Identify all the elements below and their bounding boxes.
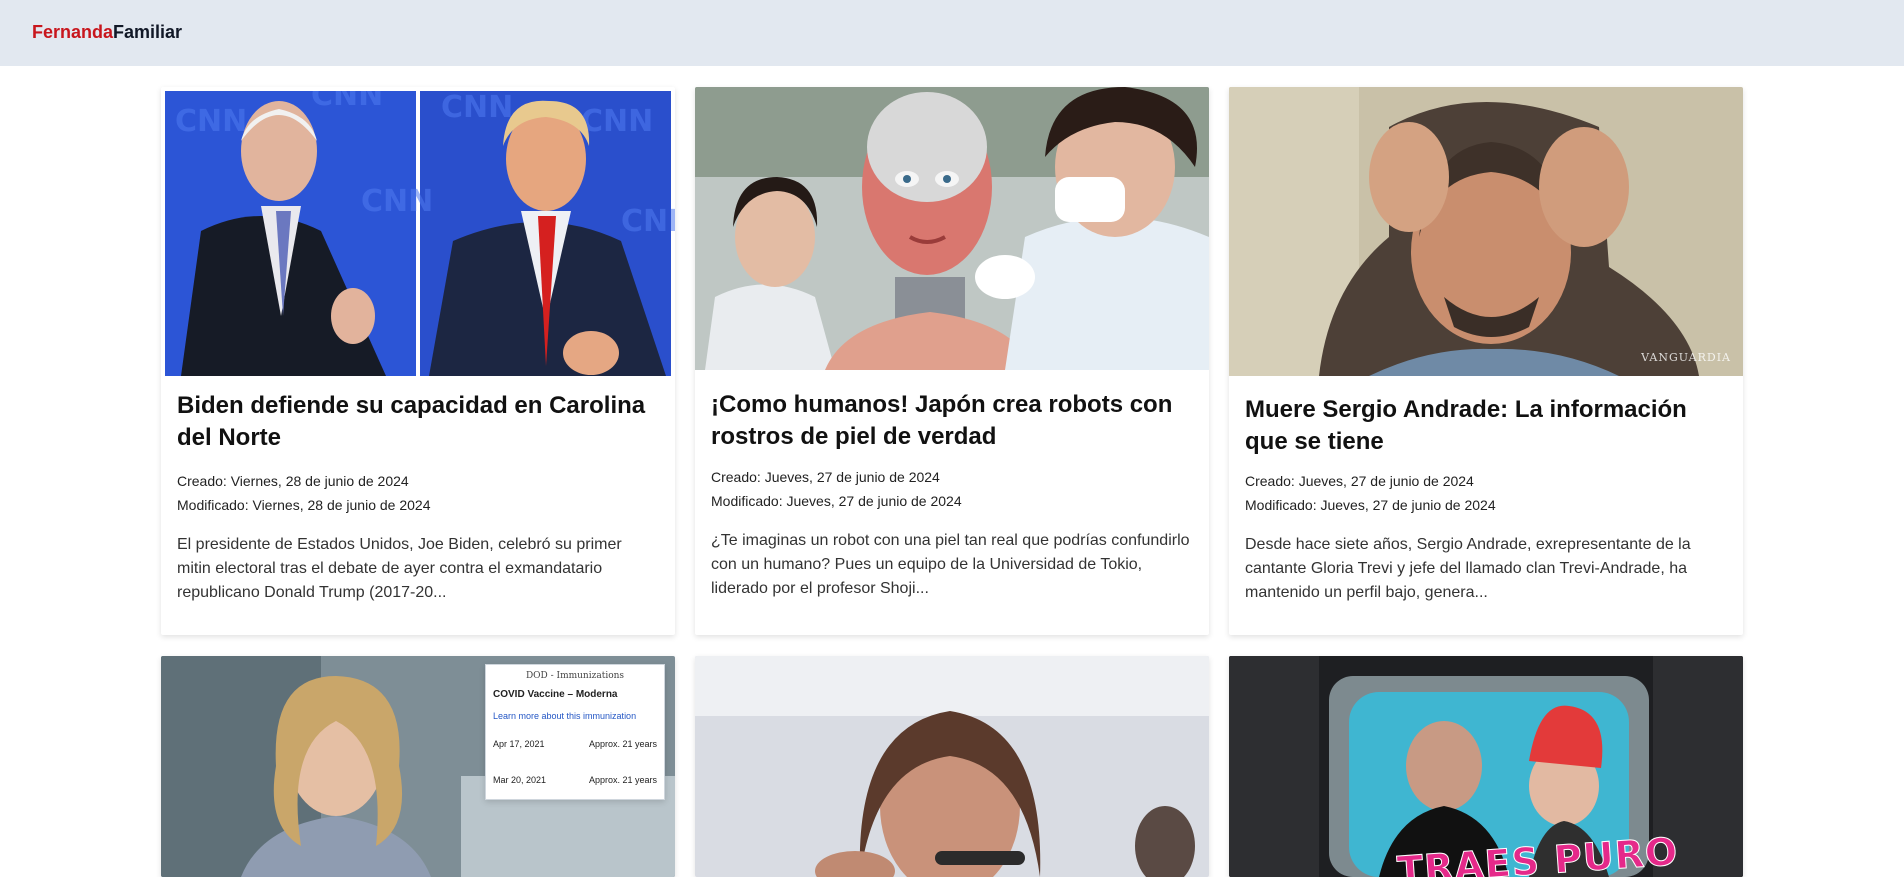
svg-text:CNN: CNN (175, 104, 247, 139)
article-created: Creado: Viernes, 28 de junio de 2024 (177, 469, 409, 493)
article-thumbnail[interactable]: VANGUARDIA (1229, 87, 1743, 376)
article-thumbnail[interactable]: TRAES PURO (1229, 656, 1743, 877)
vaccine-date: Mar 20, 2021 (493, 775, 547, 785)
article-title[interactable]: ¡Como humanos! Japón crea robots con ros… (711, 389, 1193, 453)
vaccine-panel-header: DOD - Immunizations (525, 671, 625, 681)
article-card[interactable] (695, 656, 1209, 877)
vaccine-panel-link: Learn more about this immunization (493, 711, 637, 721)
article-card[interactable]: ¡Como humanos! Japón crea robots con ros… (695, 87, 1209, 635)
article-excerpt: El presidente de Estados Unidos, Joe Bid… (177, 536, 622, 601)
article-title[interactable]: Biden defiende su capacidad en Carolina … (177, 390, 659, 454)
modified-label: Modificado: (177, 497, 253, 513)
created-label: Creado: (711, 469, 765, 485)
site-logo-link[interactable]: FernandaFamiliar (32, 22, 182, 43)
modified-date: Jueves, 27 de junio de 2024 (786, 493, 962, 509)
vaccine-date: Apr 17, 2021 (493, 739, 545, 749)
article-card[interactable]: DOD - Immunizations COVID Vaccine – Mode… (161, 656, 675, 877)
article-excerpt: Desde hace siete años, Sergio Andrade, e… (1245, 536, 1691, 601)
svg-text:CNN: CNN (361, 184, 433, 219)
created-label: Creado: (177, 473, 231, 489)
robot-face-photo (695, 87, 1209, 370)
article-card[interactable]: VANGUARDIA Muere Sergio Andrade: La info… (1229, 87, 1743, 635)
article-modified: Modificado: Jueves, 27 de junio de 2024 (1245, 493, 1496, 517)
site-header: FernandaFamiliar (0, 0, 1904, 66)
vaccine-age: Approx. 21 years (588, 739, 657, 749)
vaccine-panel-title: COVID Vaccine – Moderna (493, 689, 618, 700)
created-date: Viernes, 28 de junio de 2024 (230, 473, 409, 489)
article-created: Creado: Jueves, 27 de junio de 2024 (1245, 469, 1474, 493)
created-label: Creado: (1245, 473, 1299, 489)
modified-date: Viernes, 28 de junio de 2024 (252, 497, 431, 513)
vaccine-record-panel: DOD - Immunizations COVID Vaccine – Mode… (485, 664, 665, 800)
modified-label: Modificado: (711, 493, 787, 509)
created-date: Jueves, 27 de junio de 2024 (764, 469, 940, 485)
article-thumbnail[interactable] (695, 656, 1209, 877)
vaccine-row: Apr 17, 2021 Approx. 21 years (493, 739, 657, 749)
sergio-andrade-photo (1229, 87, 1743, 376)
article-modified: Modificado: Viernes, 28 de junio de 2024 (177, 493, 430, 517)
biden-trump-photo: CNN CNN CNN CNN CNN CNN (165, 91, 675, 376)
vaccine-row: Mar 20, 2021 Approx. 21 years (493, 775, 657, 785)
modified-label: Modificado: (1245, 497, 1321, 513)
modified-date: Jueves, 27 de junio de 2024 (1320, 497, 1496, 513)
politician-speaking-photo (695, 656, 1209, 877)
article-modified: Modificado: Jueves, 27 de junio de 2024 (711, 489, 962, 513)
article-created: Creado: Jueves, 27 de junio de 2024 (711, 465, 940, 489)
svg-text:CNN: CNN (441, 91, 513, 125)
article-excerpt: ¿Te imaginas un robot con una piel tan r… (711, 532, 1190, 597)
vaccine-age: Approx. 21 years (588, 775, 657, 785)
image-watermark: VANGUARDIA (1641, 351, 1731, 364)
brand-part-2: Familiar (113, 22, 183, 42)
svg-text:CNN: CNN (581, 104, 653, 139)
article-thumbnail[interactable] (695, 87, 1209, 370)
created-date: Jueves, 27 de junio de 2024 (1298, 473, 1474, 489)
article-title[interactable]: Muere Sergio Andrade: La información que… (1245, 394, 1727, 458)
svg-text:CNN: CNN (621, 204, 675, 239)
article-card[interactable]: CNN CNN CNN CNN CNN CNN Biden defiende su c… (161, 87, 675, 635)
brand-part-1: Fernanda (32, 22, 114, 42)
article-card[interactable]: TRAES PURO (1229, 656, 1743, 877)
svg-text:CNN: CNN (311, 91, 383, 113)
article-thumbnail[interactable]: DOD - Immunizations COVID Vaccine – Mode… (161, 656, 675, 877)
article-thumbnail[interactable]: CNN CNN CNN CNN CNN CNN (161, 91, 675, 376)
